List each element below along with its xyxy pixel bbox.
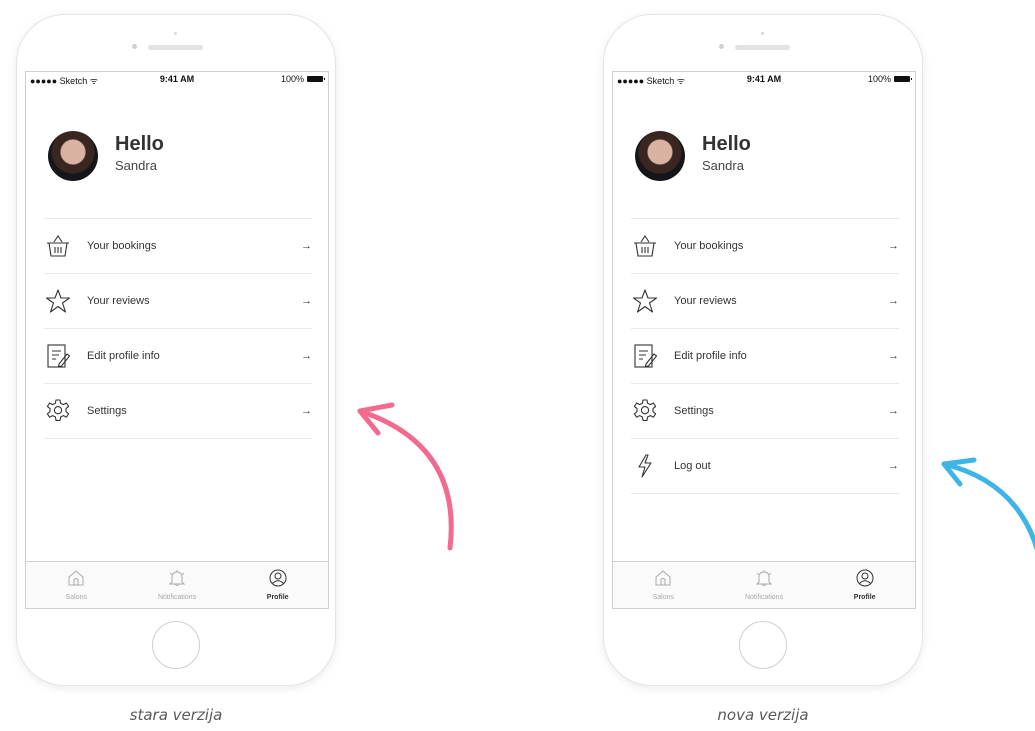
arrow-right-icon: → <box>888 460 899 472</box>
phone-old-version: ●●●●● Sketch ᯤ 9:41 AM 100% Hello Sandra… <box>17 15 335 685</box>
tab-label: Notifications <box>744 594 784 601</box>
battery-indicator: 100% <box>868 74 912 84</box>
tab-salons[interactable]: Salons <box>613 562 714 608</box>
menu-item-label: Your bookings <box>674 240 744 252</box>
pink-curved-arrow-icon <box>357 402 454 551</box>
bell-icon <box>168 569 186 592</box>
caption-old-version: stara verzija <box>129 706 223 724</box>
profile-icon <box>856 569 874 592</box>
menu-item-your-bookings[interactable]: Your bookings → <box>631 219 899 274</box>
tab-profile[interactable]: Profile <box>227 562 328 608</box>
menu-item-label: Settings <box>674 405 714 417</box>
phone-screen: ●●●●● Sketch ᯤ 9:41 AM 100% Hello Sandra… <box>25 71 329 609</box>
home-button[interactable] <box>152 621 200 669</box>
greeting-title: Hello <box>702 133 751 155</box>
battery-icon <box>894 76 912 82</box>
menu-item-label: Your reviews <box>87 295 150 307</box>
profile-icon <box>269 569 287 592</box>
earpiece-speaker <box>735 45 790 50</box>
proximity-sensor <box>719 44 724 49</box>
arrow-right-icon: → <box>301 350 312 362</box>
tab-label: Profile <box>853 594 876 601</box>
lightning-icon <box>631 452 659 480</box>
menu-item-log-out[interactable]: Log out → <box>631 439 899 494</box>
phone-new-version: ●●●●● Sketch ᯤ 9:41 AM 100% Hello Sandra… <box>604 15 922 685</box>
menu-item-label: Edit profile info <box>674 350 747 362</box>
home-icon <box>654 569 672 592</box>
avatar[interactable] <box>635 131 685 181</box>
menu-item-settings[interactable]: Settings → <box>44 384 312 439</box>
star-icon <box>44 287 72 315</box>
tab-salons[interactable]: Salons <box>26 562 127 608</box>
menu-item-settings[interactable]: Settings → <box>631 384 899 439</box>
battery-indicator: 100% <box>281 74 325 84</box>
gear-icon <box>44 397 72 425</box>
arrow-right-icon: → <box>888 295 899 307</box>
menu-item-edit-profile-info[interactable]: Edit profile info → <box>44 329 312 384</box>
edit-document-icon <box>44 342 72 370</box>
menu-item-label: Edit profile info <box>87 350 160 362</box>
proximity-sensor <box>132 44 137 49</box>
menu-item-label: Your bookings <box>87 240 157 252</box>
menu-item-label: Log out <box>674 460 711 472</box>
phone-screen: ●●●●● Sketch ᯤ 9:41 AM 100% Hello Sandra… <box>612 71 916 609</box>
tab-label: Profile <box>266 594 289 601</box>
arrow-right-icon: → <box>301 405 312 417</box>
menu-item-edit-profile-info[interactable]: Edit profile info → <box>631 329 899 384</box>
status-bar: ●●●●● Sketch ᯤ 9:41 AM 100% <box>613 72 915 86</box>
tab-label: Salons <box>65 594 88 601</box>
tab-notifications[interactable]: Notifications <box>714 562 815 608</box>
profile-menu: Your bookings → Your reviews → Edit prof… <box>631 218 899 494</box>
earpiece-speaker <box>148 45 203 50</box>
arrow-right-icon: → <box>888 350 899 362</box>
star-icon <box>631 287 659 315</box>
tab-profile[interactable]: Profile <box>814 562 915 608</box>
menu-item-your-bookings[interactable]: Your bookings → <box>44 219 312 274</box>
home-icon <box>67 569 85 592</box>
menu-item-your-reviews[interactable]: Your reviews → <box>44 274 312 329</box>
caption-new-version: nova verzija <box>717 706 809 724</box>
basket-icon <box>44 232 72 260</box>
profile-menu: Your bookings → Your reviews → Edit prof… <box>44 218 312 439</box>
arrow-right-icon: → <box>888 240 899 252</box>
basket-icon <box>631 232 659 260</box>
tab-bar: Salons Notifications Profile <box>26 561 328 608</box>
status-bar: ●●●●● Sketch ᯤ 9:41 AM 100% <box>26 72 328 86</box>
tab-bar: Salons Notifications Profile <box>613 561 915 608</box>
arrow-right-icon: → <box>301 295 312 307</box>
menu-item-your-reviews[interactable]: Your reviews → <box>631 274 899 329</box>
arrow-right-icon: → <box>888 405 899 417</box>
tab-label: Notifications <box>157 594 197 601</box>
menu-item-label: Your reviews <box>674 295 737 307</box>
user-name: Sandra <box>115 158 157 173</box>
blue-curved-arrow-icon <box>941 457 1035 551</box>
avatar[interactable] <box>48 131 98 181</box>
battery-icon <box>307 76 325 82</box>
front-camera <box>761 32 764 35</box>
bell-icon <box>755 569 773 592</box>
tab-label: Salons <box>652 594 675 601</box>
arrow-right-icon: → <box>301 240 312 252</box>
greeting-title: Hello <box>115 133 164 155</box>
menu-item-label: Settings <box>87 405 127 417</box>
gear-icon <box>631 397 659 425</box>
front-camera <box>174 32 177 35</box>
home-button[interactable] <box>739 621 787 669</box>
tab-notifications[interactable]: Notifications <box>127 562 228 608</box>
user-name: Sandra <box>702 158 744 173</box>
edit-document-icon <box>631 342 659 370</box>
